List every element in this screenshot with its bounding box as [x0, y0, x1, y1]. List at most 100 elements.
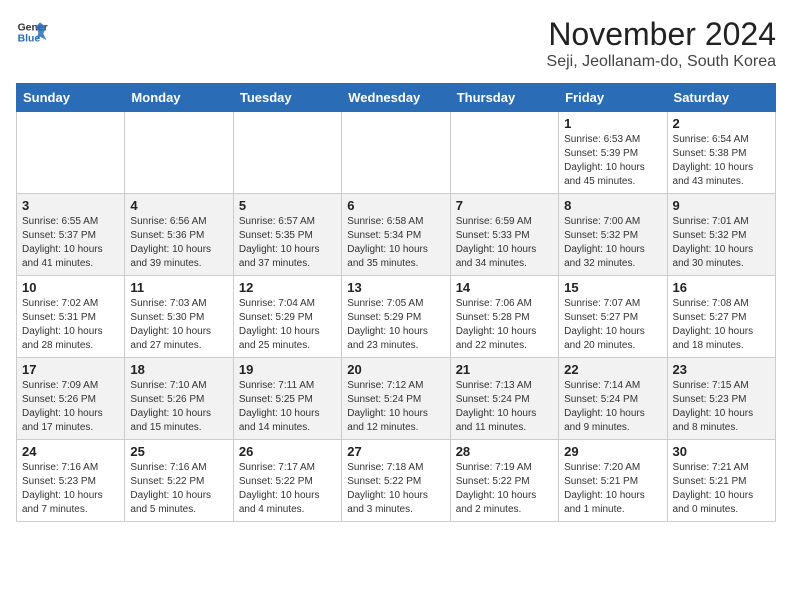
week-row-4: 24 Sunrise: 7:16 AM Sunset: 5:23 PM Dayli…	[17, 440, 776, 522]
week-row-2: 10 Sunrise: 7:02 AM Sunset: 5:31 PM Dayli…	[17, 276, 776, 358]
day-number: 18	[130, 362, 227, 377]
calendar-cell	[342, 112, 450, 194]
month-title: November 2024	[547, 16, 776, 53]
day-number: 5	[239, 198, 336, 213]
calendar-cell: 21 Sunrise: 7:13 AM Sunset: 5:24 PM Dayli…	[450, 358, 558, 440]
day-number: 12	[239, 280, 336, 295]
calendar-cell: 18 Sunrise: 7:10 AM Sunset: 5:26 PM Dayli…	[125, 358, 233, 440]
calendar-cell: 6 Sunrise: 6:58 AM Sunset: 5:34 PM Daylig…	[342, 194, 450, 276]
day-number: 21	[456, 362, 553, 377]
page-header: General Blue November 2024 Seji, Jeollan…	[16, 16, 776, 71]
day-info: Sunrise: 7:07 AM Sunset: 5:27 PM Dayligh…	[564, 297, 661, 353]
weekday-header-tuesday: Tuesday	[233, 84, 341, 112]
calendar-cell: 27Sunrise: 7:18 AM Sunset: 5:22 PM Dayli…	[342, 440, 450, 522]
day-info: Sunrise: 7:17 AM Sunset: 5:22 PM Dayligh…	[239, 461, 336, 517]
day-info: Sunrise: 7:11 AM Sunset: 5:25 PM Dayligh…	[239, 379, 336, 435]
day-info: Sunrise: 7:01 AM Sunset: 5:32 PM Dayligh…	[673, 215, 770, 271]
calendar-cell: 25Sunrise: 7:16 AM Sunset: 5:22 PM Dayli…	[125, 440, 233, 522]
day-number: 10	[22, 280, 119, 295]
day-info: Sunrise: 6:54 AM Sunset: 5:38 PM Dayligh…	[673, 133, 770, 189]
logo: General Blue	[16, 16, 48, 48]
logo-icon: General Blue	[16, 16, 48, 48]
calendar-cell: 4 Sunrise: 6:56 AM Sunset: 5:36 PM Daylig…	[125, 194, 233, 276]
day-number: 29	[564, 444, 661, 459]
day-number: 8	[564, 198, 661, 213]
day-info: Sunrise: 7:14 AM Sunset: 5:24 PM Dayligh…	[564, 379, 661, 435]
day-info: Sunrise: 6:58 AM Sunset: 5:34 PM Dayligh…	[347, 215, 444, 271]
day-info: Sunrise: 7:19 AM Sunset: 5:22 PM Dayligh…	[456, 461, 553, 517]
weekday-header-friday: Friday	[559, 84, 667, 112]
calendar-cell: 8 Sunrise: 7:00 AM Sunset: 5:32 PM Daylig…	[559, 194, 667, 276]
calendar-cell	[17, 112, 125, 194]
day-info: Sunrise: 7:16 AM Sunset: 5:23 PM Dayligh…	[22, 461, 119, 517]
day-number: 11	[130, 280, 227, 295]
day-info: Sunrise: 7:06 AM Sunset: 5:28 PM Dayligh…	[456, 297, 553, 353]
day-number: 27	[347, 444, 444, 459]
calendar-cell: 26 Sunrise: 7:17 AM Sunset: 5:22 PM Dayli…	[233, 440, 341, 522]
day-info: Sunrise: 7:15 AM Sunset: 5:23 PM Dayligh…	[673, 379, 770, 435]
week-row-3: 17 Sunrise: 7:09 AM Sunset: 5:26 PM Dayli…	[17, 358, 776, 440]
day-number: 1	[564, 116, 661, 131]
day-info: Sunrise: 7:05 AM Sunset: 5:29 PM Dayligh…	[347, 297, 444, 353]
weekday-header-sunday: Sunday	[17, 84, 125, 112]
calendar-cell: 9Sunrise: 7:01 AM Sunset: 5:32 PM Daylig…	[667, 194, 775, 276]
weekday-header-wednesday: Wednesday	[342, 84, 450, 112]
calendar-cell: 24 Sunrise: 7:16 AM Sunset: 5:23 PM Dayli…	[17, 440, 125, 522]
calendar-cell: 13 Sunrise: 7:05 AM Sunset: 5:29 PM Dayli…	[342, 276, 450, 358]
day-info: Sunrise: 6:57 AM Sunset: 5:35 PM Dayligh…	[239, 215, 336, 271]
day-number: 7	[456, 198, 553, 213]
day-info: Sunrise: 7:12 AM Sunset: 5:24 PM Dayligh…	[347, 379, 444, 435]
day-number: 28	[456, 444, 553, 459]
day-number: 15	[564, 280, 661, 295]
day-number: 14	[456, 280, 553, 295]
calendar-cell: 12 Sunrise: 7:04 AM Sunset: 5:29 PM Dayli…	[233, 276, 341, 358]
weekday-header-thursday: Thursday	[450, 84, 558, 112]
day-info: Sunrise: 7:20 AM Sunset: 5:21 PM Dayligh…	[564, 461, 661, 517]
calendar-cell: 7 Sunrise: 6:59 AM Sunset: 5:33 PM Daylig…	[450, 194, 558, 276]
calendar-cell: 15 Sunrise: 7:07 AM Sunset: 5:27 PM Dayli…	[559, 276, 667, 358]
calendar-table: SundayMondayTuesdayWednesdayThursdayFrid…	[16, 83, 776, 522]
day-info: Sunrise: 7:04 AM Sunset: 5:29 PM Dayligh…	[239, 297, 336, 353]
day-info: Sunrise: 7:09 AM Sunset: 5:26 PM Dayligh…	[22, 379, 119, 435]
day-info: Sunrise: 7:10 AM Sunset: 5:26 PM Dayligh…	[130, 379, 227, 435]
day-number: 3	[22, 198, 119, 213]
day-number: 16	[673, 280, 770, 295]
calendar-cell: 29 Sunrise: 7:20 AM Sunset: 5:21 PM Dayli…	[559, 440, 667, 522]
day-info: Sunrise: 6:59 AM Sunset: 5:33 PM Dayligh…	[456, 215, 553, 271]
day-info: Sunrise: 6:55 AM Sunset: 5:37 PM Dayligh…	[22, 215, 119, 271]
calendar-cell: 23 Sunrise: 7:15 AM Sunset: 5:23 PM Dayli…	[667, 358, 775, 440]
calendar-cell: 30Sunrise: 7:21 AM Sunset: 5:21 PM Dayli…	[667, 440, 775, 522]
day-info: Sunrise: 6:56 AM Sunset: 5:36 PM Dayligh…	[130, 215, 227, 271]
svg-text:Blue: Blue	[18, 34, 41, 45]
calendar-cell: 10 Sunrise: 7:02 AM Sunset: 5:31 PM Dayli…	[17, 276, 125, 358]
day-info: Sunrise: 7:08 AM Sunset: 5:27 PM Dayligh…	[673, 297, 770, 353]
day-number: 23	[673, 362, 770, 377]
calendar-cell: 17 Sunrise: 7:09 AM Sunset: 5:26 PM Dayli…	[17, 358, 125, 440]
day-number: 26	[239, 444, 336, 459]
day-info: Sunrise: 7:13 AM Sunset: 5:24 PM Dayligh…	[456, 379, 553, 435]
calendar-cell: 16 Sunrise: 7:08 AM Sunset: 5:27 PM Dayli…	[667, 276, 775, 358]
calendar-cell	[450, 112, 558, 194]
day-number: 13	[347, 280, 444, 295]
day-number: 17	[22, 362, 119, 377]
day-number: 24	[22, 444, 119, 459]
calendar-cell: 22Sunrise: 7:14 AM Sunset: 5:24 PM Dayli…	[559, 358, 667, 440]
day-info: Sunrise: 7:16 AM Sunset: 5:22 PM Dayligh…	[130, 461, 227, 517]
day-info: Sunrise: 7:21 AM Sunset: 5:21 PM Dayligh…	[673, 461, 770, 517]
calendar-cell	[125, 112, 233, 194]
day-number: 4	[130, 198, 227, 213]
day-info: Sunrise: 7:00 AM Sunset: 5:32 PM Dayligh…	[564, 215, 661, 271]
day-info: Sunrise: 7:02 AM Sunset: 5:31 PM Dayligh…	[22, 297, 119, 353]
week-row-1: 3 Sunrise: 6:55 AM Sunset: 5:37 PM Daylig…	[17, 194, 776, 276]
calendar-cell: 2Sunrise: 6:54 AM Sunset: 5:38 PM Daylig…	[667, 112, 775, 194]
calendar-cell: 20Sunrise: 7:12 AM Sunset: 5:24 PM Dayli…	[342, 358, 450, 440]
calendar-cell: 1 Sunrise: 6:53 AM Sunset: 5:39 PM Daylig…	[559, 112, 667, 194]
day-number: 6	[347, 198, 444, 213]
calendar-cell: 11 Sunrise: 7:03 AM Sunset: 5:30 PM Dayli…	[125, 276, 233, 358]
day-info: Sunrise: 6:53 AM Sunset: 5:39 PM Dayligh…	[564, 133, 661, 189]
calendar-cell: 28 Sunrise: 7:19 AM Sunset: 5:22 PM Dayli…	[450, 440, 558, 522]
weekday-header-row: SundayMondayTuesdayWednesdayThursdayFrid…	[17, 84, 776, 112]
week-row-0: 1 Sunrise: 6:53 AM Sunset: 5:39 PM Daylig…	[17, 112, 776, 194]
day-info: Sunrise: 7:03 AM Sunset: 5:30 PM Dayligh…	[130, 297, 227, 353]
calendar-cell	[233, 112, 341, 194]
